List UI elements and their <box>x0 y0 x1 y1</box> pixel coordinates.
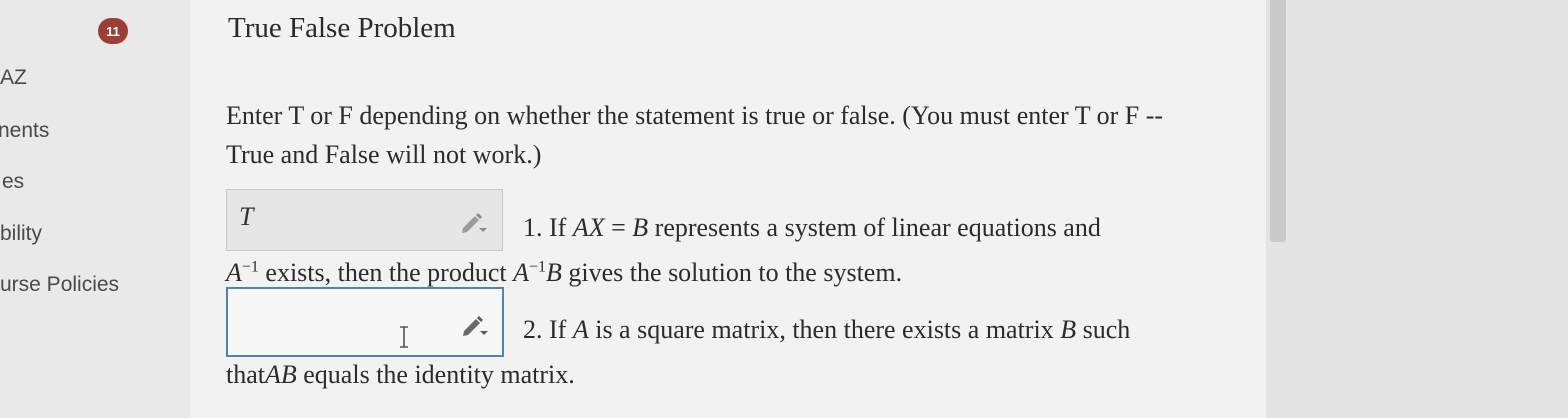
math-superscript: −1 <box>241 258 259 276</box>
sidebar-item-accessibility[interactable]: bility <box>0 222 42 246</box>
statement-2-prefix: 2. If <box>523 315 567 344</box>
statement-2-line-1: 2. If A is a square matrix, then there e… <box>523 315 1130 345</box>
scrollbar-thumb[interactable] <box>1270 0 1286 242</box>
math-ax: AX <box>572 213 605 242</box>
statement-2-text-b: such <box>1082 315 1131 344</box>
statement-1-prefix: 1. If <box>523 213 567 242</box>
math-a: A <box>572 315 589 344</box>
statement-1-line-1: 1. If AX = B represents a system of line… <box>523 213 1101 243</box>
answer-value-1: T <box>239 202 254 231</box>
math-b: B <box>632 213 649 242</box>
statement-1-text-b: exists, then the product <box>265 258 507 287</box>
statement-1-text-a: represents a system of linear equations … <box>654 213 1101 242</box>
statement-2-text-a: is a square matrix, then there exists a … <box>595 315 1054 344</box>
text-cursor-icon <box>400 326 408 348</box>
pencil-edit-icon[interactable] <box>459 210 489 234</box>
statement-2-text-d: equals the identity matrix. <box>303 360 575 389</box>
math-a-inverse: A <box>226 258 242 287</box>
course-sidebar: AZ nents es bility urse Policies 11 <box>0 0 190 418</box>
statement-1-line-2: A−1 exists, then the product A−1B gives … <box>226 258 902 288</box>
sidebar-item-course-policies[interactable]: urse Policies <box>0 273 119 297</box>
math-superscript-2: −1 <box>529 258 547 276</box>
problem-instructions: Enter T or F depending on whether the st… <box>226 101 1164 169</box>
right-panel <box>1266 0 1568 418</box>
math-b-2: B <box>546 258 562 287</box>
answer-input-2[interactable] <box>226 287 504 357</box>
math-equals: = <box>611 213 626 242</box>
problem-title: True False Problem <box>228 12 456 44</box>
sidebar-item-grades[interactable]: es <box>2 170 24 194</box>
sidebar-item-az[interactable]: AZ <box>0 66 27 90</box>
sidebar-item-assignments[interactable]: nents <box>0 119 49 143</box>
math-ab: AB <box>265 360 297 389</box>
math-b-3: B <box>1060 315 1077 344</box>
problem-number-badge: 11 <box>98 18 128 44</box>
math-a-inverse-2: A <box>513 258 529 287</box>
pencil-edit-icon[interactable] <box>460 313 490 337</box>
statement-2-line-2: thatAB equals the identity matrix. <box>226 360 575 390</box>
statement-1-text-c: gives the solution to the system. <box>568 258 903 287</box>
answer-input-1[interactable]: T <box>226 189 503 251</box>
statement-2-text-c: that <box>226 360 265 389</box>
